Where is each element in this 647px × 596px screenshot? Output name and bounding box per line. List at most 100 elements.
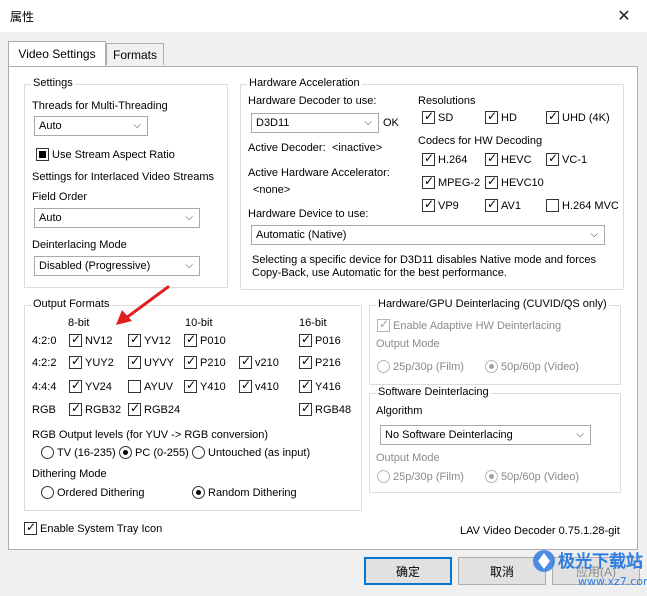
- hw-output-mode-label: Output Mode: [376, 338, 440, 350]
- radio-label: PC (0-255): [135, 446, 189, 459]
- checkbox-label: Enable System Tray Icon: [40, 522, 163, 535]
- checkbox-box: [485, 109, 498, 124]
- fmt-rgb32-checkbox[interactable]: RGB32: [69, 401, 121, 416]
- checkbox-label: UYVY: [144, 356, 174, 369]
- codec-av1-checkbox[interactable]: AV1: [485, 197, 521, 212]
- sw-output-mode-label: Output Mode: [376, 452, 440, 464]
- hw-mode-video-radio[interactable]: 50p/60p (Video): [485, 360, 579, 373]
- checkbox-box: [69, 354, 82, 369]
- checkbox-box: [128, 380, 141, 393]
- sw-mode-film-radio[interactable]: 25p/30p (Film): [377, 470, 464, 483]
- close-icon[interactable]: ✕: [601, 0, 647, 32]
- radio-dot: [192, 446, 205, 459]
- version-label: LAV Video Decoder 0.75.1.28-git: [460, 525, 620, 537]
- row-label-rgb: RGB: [32, 404, 56, 416]
- checkbox-label: YV12: [144, 334, 171, 347]
- checkbox-box: [422, 151, 435, 166]
- adaptive-hw-deint-checkbox[interactable]: Enable Adaptive HW Deinterlacing: [377, 317, 561, 332]
- tab-video-settings[interactable]: Video Settings: [8, 41, 106, 66]
- field-order-select[interactable]: Auto ⌵: [34, 208, 200, 228]
- active-decoder-value: <inactive>: [332, 142, 383, 154]
- fmt-v210-checkbox[interactable]: v210: [239, 354, 279, 369]
- fmt-yuy2-checkbox[interactable]: YUY2: [69, 354, 114, 369]
- codec-mpeg2-checkbox[interactable]: MPEG-2: [422, 174, 480, 189]
- res-hd-checkbox[interactable]: HD: [485, 109, 517, 124]
- checkbox-box: [299, 401, 312, 416]
- checkbox-box: [422, 174, 435, 189]
- rgb-pc-radio[interactable]: PC (0-255): [119, 446, 189, 459]
- hw-decoder-select[interactable]: D3D11 ⌵: [251, 113, 379, 133]
- button-label: 取消: [489, 564, 514, 579]
- rgb-tv-radio[interactable]: TV (16-235): [41, 446, 116, 459]
- dither-ordered-radio[interactable]: Ordered Dithering: [41, 486, 144, 499]
- hw-device-label: Hardware Device to use:: [248, 208, 369, 220]
- system-tray-checkbox[interactable]: Enable System Tray Icon: [24, 520, 163, 535]
- codec-vc1-checkbox[interactable]: VC-1: [546, 151, 587, 166]
- checkbox-label: H.264: [438, 153, 468, 166]
- fmt-rgb24-checkbox[interactable]: RGB24: [128, 401, 180, 416]
- fmt-p016-checkbox[interactable]: P016: [299, 332, 341, 347]
- select-value: Auto: [39, 120, 62, 132]
- threads-select[interactable]: Auto ⌵: [34, 116, 148, 136]
- header-16bit: 16-bit: [299, 317, 327, 329]
- checkbox-label: AYUV: [144, 380, 174, 393]
- res-sd-checkbox[interactable]: SD: [422, 109, 453, 124]
- fmt-nv12-checkbox[interactable]: NV12: [69, 332, 113, 347]
- fmt-p210-checkbox[interactable]: P210: [184, 354, 226, 369]
- hw-device-select[interactable]: Automatic (Native) ⌵: [251, 225, 605, 245]
- hw-decoder-status: OK: [383, 117, 399, 129]
- radio-label: Ordered Dithering: [57, 486, 145, 499]
- algorithm-label: Algorithm: [376, 405, 423, 417]
- radio-label: Untouched (as input): [208, 446, 311, 459]
- radio-dot: [119, 446, 132, 459]
- row-label-444: 4:4:4: [32, 381, 57, 393]
- fmt-v410-checkbox[interactable]: v410: [239, 378, 279, 393]
- hw-decoder-label: Hardware Decoder to use:: [248, 95, 377, 107]
- algorithm-select[interactable]: No Software Deinterlacing ⌵: [380, 425, 591, 445]
- codec-hevc10-checkbox[interactable]: HEVC10: [485, 174, 544, 189]
- fmt-yv12-checkbox[interactable]: YV12: [128, 332, 171, 347]
- checkbox-label: Y410: [200, 380, 226, 393]
- sw-mode-video-radio[interactable]: 50p/60p (Video): [485, 470, 579, 483]
- tab-formats[interactable]: Formats: [106, 43, 164, 65]
- checkbox-label: RGB48: [315, 403, 352, 416]
- checkbox-label: Y416: [315, 380, 341, 393]
- checkbox-label: v410: [255, 380, 279, 393]
- checkbox-box: [128, 332, 141, 347]
- fmt-p010-checkbox[interactable]: P010: [184, 332, 226, 347]
- checkbox-label: YV24: [85, 380, 112, 393]
- checkbox-box: [546, 109, 559, 124]
- dither-random-radio[interactable]: Random Dithering: [192, 486, 297, 499]
- threads-label: Threads for Multi-Threading: [32, 100, 168, 112]
- header-10bit: 10-bit: [185, 317, 213, 329]
- header-8bit: 8-bit: [68, 317, 90, 329]
- codec-h264mvc-checkbox[interactable]: H.264 MVC: [546, 199, 619, 212]
- radio-label: 50p/60p (Video): [501, 470, 580, 483]
- ok-button[interactable]: 确定: [364, 557, 452, 585]
- fmt-p216-checkbox[interactable]: P216: [299, 354, 341, 369]
- codec-hevc-checkbox[interactable]: HEVC: [485, 151, 532, 166]
- rgb-untouched-radio[interactable]: Untouched (as input): [192, 446, 310, 459]
- fmt-rgb48-checkbox[interactable]: RGB48: [299, 401, 352, 416]
- resolutions-label: Resolutions: [418, 95, 476, 107]
- codec-vp9-checkbox[interactable]: VP9: [422, 197, 459, 212]
- fmt-ayuv-checkbox[interactable]: AYUV: [128, 380, 173, 393]
- deinterlacing-mode-select[interactable]: Disabled (Progressive) ⌵: [34, 256, 200, 276]
- select-value: Auto: [39, 212, 62, 224]
- codec-h264-checkbox[interactable]: H.264: [422, 151, 468, 166]
- fmt-y410-checkbox[interactable]: Y410: [184, 378, 226, 393]
- fmt-y416-checkbox[interactable]: Y416: [299, 378, 341, 393]
- row-label-420: 4:2:0: [32, 335, 57, 347]
- checkbox-box: [299, 354, 312, 369]
- res-uhd-checkbox[interactable]: UHD (4K): [546, 109, 610, 124]
- hw-mode-film-radio[interactable]: 25p/30p (Film): [377, 360, 464, 373]
- stream-aspect-checkbox[interactable]: Use Stream Aspect Ratio: [36, 148, 175, 161]
- watermark-url: www.xz7.com: [578, 575, 647, 588]
- select-value: Disabled (Progressive): [39, 260, 151, 272]
- checkbox-label: HD: [501, 111, 517, 124]
- checkbox-label: H.264 MVC: [562, 199, 619, 212]
- select-value: No Software Deinterlacing: [385, 429, 513, 441]
- checkbox-label: AV1: [501, 199, 521, 212]
- fmt-uyvy-checkbox[interactable]: UYVY: [128, 354, 174, 369]
- fmt-yv24-checkbox[interactable]: YV24: [69, 378, 112, 393]
